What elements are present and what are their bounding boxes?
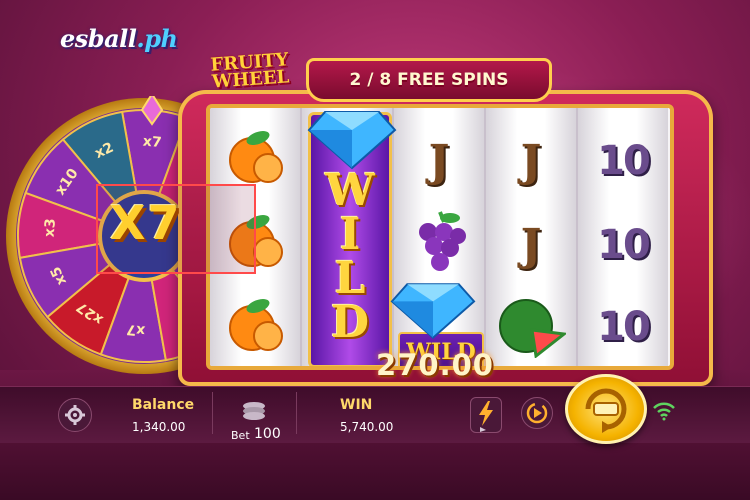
autoplay-icon [526, 402, 548, 424]
ten-symbol: 10 [597, 138, 651, 184]
wifi-icon [653, 402, 675, 421]
turbo-button[interactable] [470, 397, 502, 433]
lightning-icon [479, 401, 493, 432]
win-label: WIN [340, 397, 373, 413]
j-symbol: J [520, 220, 542, 271]
reel-separator [300, 108, 302, 366]
divider [296, 392, 297, 434]
win-value: 5,740.00 [340, 420, 394, 434]
reel-separator [576, 108, 578, 366]
win-amount: 270.00 [376, 348, 494, 382]
orange-symbol [229, 299, 283, 351]
autoplay-button[interactable] [521, 397, 553, 429]
chips-icon[interactable] [241, 400, 267, 422]
free-spins-banner: 2 / 8 FREE SPINS [306, 58, 552, 102]
wild-letter: I [339, 209, 361, 260]
orange-symbol [229, 131, 283, 183]
grapes-symbol [419, 211, 466, 271]
bet-value: 100 [254, 426, 281, 442]
spin-button[interactable] [565, 374, 647, 444]
wheel-segment-label: x7 [142, 134, 162, 152]
diamond-icon [307, 111, 397, 170]
free-spins-counter: 2 / 8 FREE SPINS [349, 70, 509, 90]
game-screen: esball.ph x7 x2 x10 x3 x5 x27 x7 X7 FRUITY WHE… [0, 0, 750, 500]
wild-letters: W I L D [311, 169, 389, 345]
multiplier-value: X7 [110, 196, 182, 250]
settings-button[interactable] [58, 398, 92, 432]
brand-logo: esball.ph [60, 24, 178, 53]
diamond-icon [390, 283, 476, 339]
ten-symbol: 10 [597, 304, 651, 350]
wheel-segment-label: x7 [126, 321, 146, 339]
reel-window: W I L D J WILD J J 10 10 10 [206, 104, 674, 370]
wild-letter: L [334, 253, 366, 304]
gear-icon [65, 405, 85, 425]
balance-value: 1,340.00 [132, 420, 186, 434]
logo-suffix: .ph [136, 24, 178, 53]
bet-label: Bet [231, 429, 250, 442]
wild-letter: D [330, 297, 370, 348]
logo-text: esball [60, 24, 137, 53]
wheel-segment-label: x3 [42, 218, 60, 238]
balance-label: Balance [132, 397, 195, 413]
ten-symbol: 10 [597, 222, 651, 268]
j-symbol: J [428, 136, 450, 187]
divider [212, 392, 213, 434]
spin-icon [585, 388, 627, 433]
reel-separator [484, 108, 486, 366]
j-symbol: J [520, 136, 542, 187]
wild-letter: W [325, 165, 375, 216]
